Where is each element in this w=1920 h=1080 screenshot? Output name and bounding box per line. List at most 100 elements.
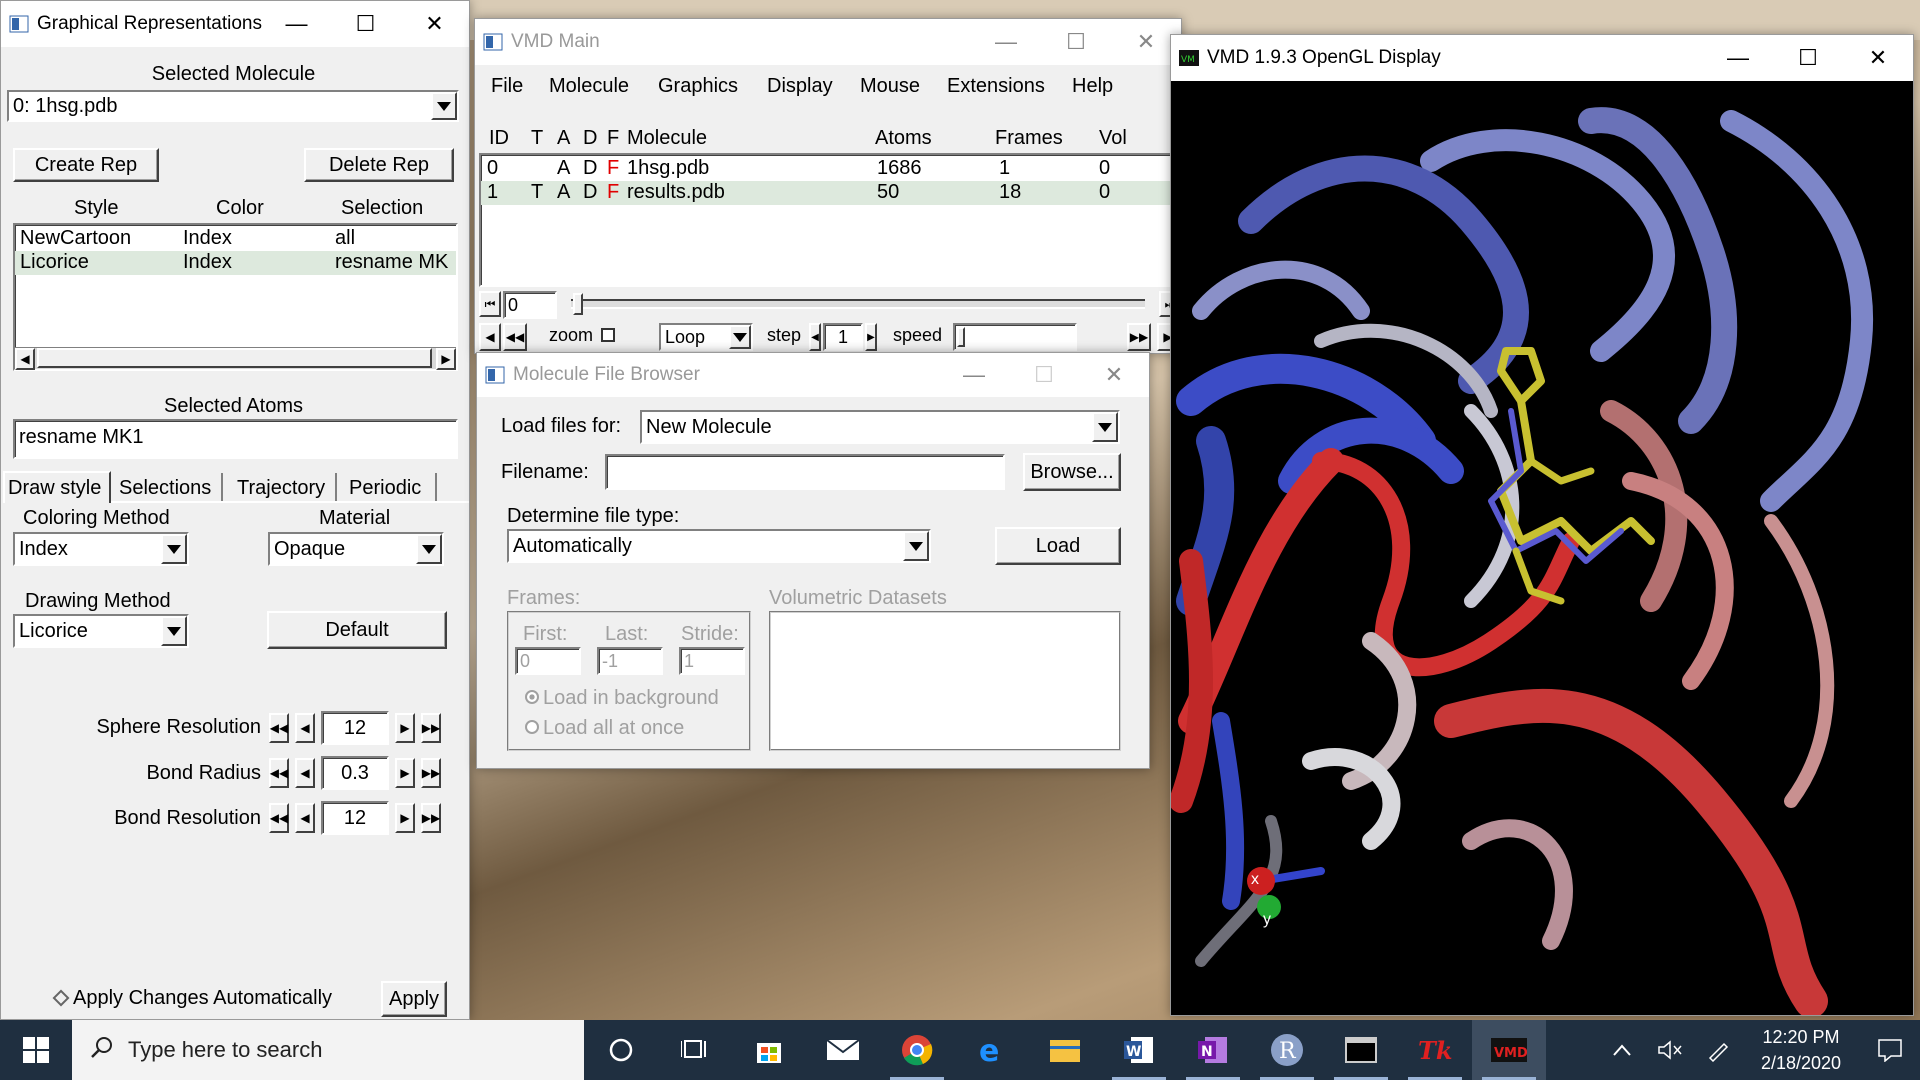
- chevron-down-icon[interactable]: [729, 325, 751, 349]
- maximize-icon[interactable]: ☐: [1041, 19, 1111, 65]
- play-reverse-icon[interactable]: ◀: [479, 323, 501, 351]
- volumetric-list[interactable]: [769, 611, 1121, 751]
- cortana-icon[interactable]: [584, 1020, 658, 1080]
- notifications-icon[interactable]: [1860, 1020, 1920, 1080]
- menu-molecule[interactable]: Molecule: [549, 75, 629, 98]
- delete-rep-button[interactable]: Delete Rep: [304, 148, 454, 182]
- windows-start-icon[interactable]: [0, 1020, 72, 1080]
- filename-input[interactable]: [605, 454, 1005, 490]
- terminal-icon[interactable]: [1324, 1020, 1398, 1080]
- stride-input[interactable]: 1: [679, 647, 745, 675]
- word-icon[interactable]: W: [1102, 1020, 1176, 1080]
- table-row[interactable]: 0 A D F 1hsg.pdb 1686 1 0: [481, 157, 1181, 181]
- step-input[interactable]: 1: [823, 323, 863, 351]
- step-back-icon[interactable]: ◀◀: [503, 323, 527, 351]
- apply-button[interactable]: Apply: [381, 981, 447, 1017]
- browse-button[interactable]: Browse...: [1023, 453, 1121, 491]
- maximize-icon[interactable]: ☐: [331, 1, 400, 47]
- tab-trajectory[interactable]: Trajectory: [229, 473, 337, 503]
- title-bar[interactable]: VM VMD 1.9.3 OpenGL Display — ☐ ✕: [1171, 35, 1913, 81]
- create-rep-button[interactable]: Create Rep: [13, 148, 159, 182]
- step-increment-icon[interactable]: ▶: [865, 323, 877, 351]
- volume-muted-icon[interactable]: [1646, 1020, 1694, 1080]
- tab-periodic[interactable]: Periodic: [341, 473, 437, 503]
- mol-a[interactable]: A: [557, 181, 570, 204]
- mol-t[interactable]: T: [531, 181, 543, 204]
- bond-radius-input[interactable]: 0.3: [321, 756, 389, 790]
- scroll-thumb[interactable]: [37, 348, 432, 368]
- vmd-app-icon[interactable]: VMD: [1472, 1020, 1546, 1080]
- scroll-right-icon[interactable]: ▶: [436, 348, 456, 370]
- menu-graphics[interactable]: Graphics: [658, 75, 738, 98]
- horizontal-scrollbar[interactable]: ◀ ▶: [15, 347, 456, 370]
- close-icon[interactable]: ✕: [400, 1, 469, 47]
- drawing-method-dropdown[interactable]: Licorice: [13, 614, 189, 648]
- scroll-left-icon[interactable]: ◀: [15, 348, 35, 370]
- minimize-icon[interactable]: —: [1703, 35, 1773, 81]
- load-button[interactable]: Load: [995, 527, 1121, 565]
- fast-decrement-icon[interactable]: ◀◀: [269, 758, 289, 788]
- close-icon[interactable]: ✕: [1843, 35, 1913, 81]
- apply-auto-checkbox[interactable]: Apply Changes Automatically: [52, 987, 332, 1010]
- increment-icon[interactable]: ▶: [395, 803, 415, 833]
- tk-app-icon[interactable]: Tk: [1398, 1020, 1472, 1080]
- mol-d[interactable]: D: [583, 157, 597, 180]
- pen-icon[interactable]: [1694, 1020, 1742, 1080]
- chevron-down-icon[interactable]: [1092, 412, 1118, 442]
- menu-mouse[interactable]: Mouse: [860, 75, 920, 98]
- r-app-icon[interactable]: R: [1250, 1020, 1324, 1080]
- fast-decrement-icon[interactable]: ◀◀: [269, 713, 289, 743]
- file-type-dropdown[interactable]: Automatically: [507, 529, 931, 563]
- chevron-up-icon[interactable]: [1598, 1020, 1646, 1080]
- coloring-method-dropdown[interactable]: Index: [13, 532, 189, 566]
- close-icon[interactable]: ✕: [1079, 353, 1149, 398]
- minimize-icon[interactable]: —: [939, 353, 1009, 398]
- minimize-icon[interactable]: —: [971, 19, 1041, 65]
- rep-row[interactable]: Licorice Index resname MK: [15, 251, 456, 275]
- first-input[interactable]: 0: [515, 647, 581, 675]
- chevron-down-icon[interactable]: [431, 92, 457, 120]
- step-forward-icon[interactable]: ▶▶: [1127, 323, 1151, 351]
- speed-slider[interactable]: [953, 323, 1077, 351]
- title-bar[interactable]: VMD Main — ☐ ✕: [475, 19, 1181, 65]
- bond-resolution-input[interactable]: 12: [321, 801, 389, 835]
- chevron-down-icon[interactable]: [903, 531, 929, 561]
- increment-icon[interactable]: ▶: [395, 713, 415, 743]
- decrement-icon[interactable]: ◀: [295, 758, 315, 788]
- menu-file[interactable]: File: [491, 75, 523, 98]
- step-decrement-icon[interactable]: ◀: [809, 323, 821, 351]
- load-background-radio[interactable]: Load in background: [525, 687, 719, 710]
- reps-list[interactable]: NewCartoon Index all Licorice Index resn…: [13, 223, 458, 371]
- rep-row[interactable]: NewCartoon Index all: [15, 227, 456, 251]
- file-explorer-icon[interactable]: [1028, 1020, 1102, 1080]
- increment-icon[interactable]: ▶: [395, 758, 415, 788]
- chevron-down-icon[interactable]: [161, 616, 187, 646]
- decrement-icon[interactable]: ◀: [295, 713, 315, 743]
- loop-dropdown[interactable]: Loop: [659, 323, 753, 351]
- sphere-resolution-input[interactable]: 12: [321, 711, 389, 745]
- skip-to-start-icon[interactable]: ⏮: [479, 291, 501, 317]
- menu-extensions[interactable]: Extensions: [947, 75, 1045, 98]
- chrome-icon[interactable]: [880, 1020, 954, 1080]
- clock[interactable]: 12:20 PM 2/18/2020: [1742, 1024, 1860, 1076]
- title-bar[interactable]: Molecule File Browser — ☐ ✕: [477, 353, 1149, 397]
- zoom-checkbox[interactable]: [601, 328, 615, 342]
- mol-f[interactable]: F: [607, 181, 619, 204]
- fast-increment-icon[interactable]: ▶▶: [421, 758, 441, 788]
- opengl-canvas[interactable]: x y: [1171, 81, 1913, 1015]
- mol-f[interactable]: F: [607, 157, 619, 180]
- decrement-icon[interactable]: ◀: [295, 803, 315, 833]
- molecule-list[interactable]: 0 A D F 1hsg.pdb 1686 1 0 1 T A D F resu…: [479, 153, 1181, 287]
- material-dropdown[interactable]: Opaque: [268, 532, 444, 566]
- maximize-icon[interactable]: ☐: [1773, 35, 1843, 81]
- tab-selections[interactable]: Selections: [113, 473, 223, 503]
- mail-icon[interactable]: [806, 1020, 880, 1080]
- minimize-icon[interactable]: —: [262, 1, 331, 47]
- frame-slider-track[interactable]: [571, 299, 1145, 309]
- menu-help[interactable]: Help: [1072, 75, 1113, 98]
- title-bar[interactable]: Graphical Representations — ☐ ✕: [1, 1, 469, 47]
- maximize-icon[interactable]: ☐: [1009, 353, 1079, 398]
- taskbar-search-box[interactable]: Type here to search: [72, 1020, 584, 1080]
- load-all-radio[interactable]: Load all at once: [525, 717, 684, 740]
- last-input[interactable]: -1: [597, 647, 663, 675]
